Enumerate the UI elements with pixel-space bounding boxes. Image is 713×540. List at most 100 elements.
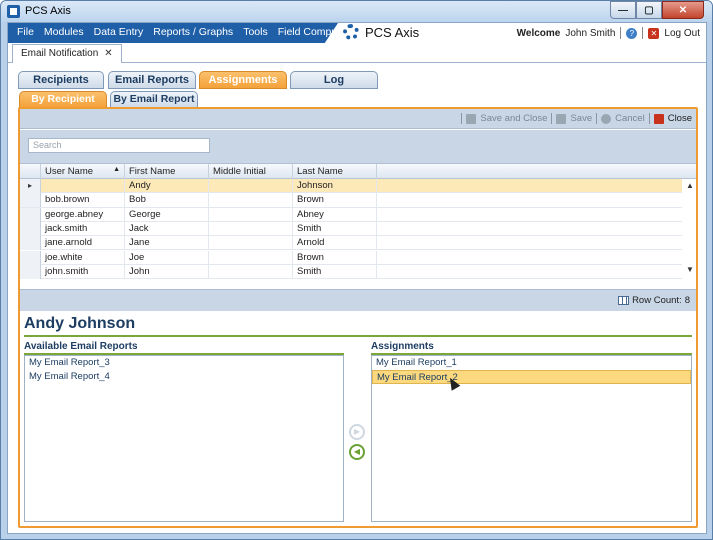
cell-last-name: Brown [293, 193, 377, 208]
cell-first-name: Joe [125, 250, 209, 265]
list-item[interactable]: My Email Report_3 [25, 356, 343, 370]
sort-asc-icon: ▲ [113, 166, 120, 173]
cell-middle-initial [209, 207, 293, 222]
cell-user-name: jane.arnold [41, 236, 125, 251]
doc-tab-label: Email Notification [21, 48, 99, 59]
tab-by-recipient[interactable]: By Recipient [19, 91, 107, 108]
menu-data-entry[interactable]: Data Entry [89, 26, 149, 38]
cell-user-name [41, 179, 125, 193]
assignments-label: Assignments [371, 341, 434, 352]
assignments-panel: Save and Close Save Cancel Close Search [18, 107, 698, 528]
table-row[interactable]: bob.brown Bob Brown [20, 193, 682, 208]
available-reports-label: Available Email Reports [24, 341, 138, 352]
menu-tools[interactable]: Tools [238, 26, 273, 38]
logout-link[interactable]: Log Out [664, 28, 700, 39]
pcs-axis-logo: PCS Axis [343, 24, 419, 40]
column-middle-initial[interactable]: Middle Initial [209, 164, 293, 179]
search-input[interactable]: Search [28, 138, 210, 153]
save-button[interactable]: Save [570, 113, 592, 124]
column-last-name[interactable]: Last Name [293, 164, 377, 179]
scroll-down-icon[interactable]: ▼ [686, 265, 694, 274]
cell-last-name: Brown [293, 250, 377, 265]
close-tab-icon[interactable]: ✕ [104, 48, 112, 60]
row-selector-icon: ▸ [20, 179, 41, 193]
recipients-grid: User Name ▲ First Name Middle Initial La… [20, 163, 696, 280]
document-tab-strip: Email Notification ✕ [8, 43, 706, 63]
close-button[interactable]: Close [668, 113, 692, 124]
row-selector [20, 221, 41, 236]
minimize-button[interactable]: — [610, 1, 636, 19]
table-row[interactable]: joe.white Joe Brown [20, 250, 682, 265]
logo-text: PCS Axis [365, 24, 420, 40]
tab-email-reports[interactable]: Email Reports [108, 71, 196, 89]
move-right-icon[interactable]: ▶ [349, 424, 365, 440]
logout-icon[interactable]: ✕ [648, 27, 660, 39]
user-area: Welcome John Smith ? ✕ Log Out [517, 27, 700, 39]
table-row[interactable]: jack.smith Jack Smith [20, 221, 682, 237]
help-icon[interactable]: ? [626, 27, 638, 39]
cell-last-name: Smith [293, 264, 377, 279]
cell-user-name: john.smith [41, 264, 125, 279]
row-selector [20, 264, 41, 279]
tab-log[interactable]: Log [290, 71, 378, 89]
cell-middle-initial [209, 221, 293, 236]
cancel-icon [601, 113, 612, 124]
cell-middle-initial [209, 193, 293, 208]
title-bar: PCS Axis — ▢ ✕ [1, 1, 712, 22]
table-row[interactable]: ▸ Andy Johnson [20, 179, 682, 194]
save-close-button[interactable]: Save and Close [480, 113, 547, 124]
cancel-button[interactable]: Cancel [615, 113, 645, 124]
cell-last-name: Johnson [293, 179, 377, 193]
row-selector [20, 207, 41, 222]
save-icon [556, 113, 567, 124]
list-item[interactable]: My Email Report_1 [372, 356, 691, 370]
cell-middle-initial [209, 236, 293, 251]
cell-first-name: Andy [125, 179, 209, 193]
window-title: PCS Axis [25, 5, 71, 17]
recipient-name: Andy Johnson [24, 315, 136, 332]
maximize-button[interactable]: ▢ [636, 1, 662, 19]
list-item[interactable]: My Email Report_4 [25, 370, 343, 384]
app-window: PCS Axis — ▢ ✕ File Modules Data Entry R… [0, 0, 713, 540]
table-row[interactable]: jane.arnold Jane Arnold [20, 236, 682, 251]
menu-file[interactable]: File [12, 26, 39, 38]
client-area: File Modules Data Entry Reports / Graphs… [7, 22, 707, 534]
cell-user-name: bob.brown [41, 193, 125, 208]
filter-area: Search [20, 130, 696, 164]
grid-scrollbar[interactable]: ▲ ▼ [684, 179, 696, 277]
cell-middle-initial [209, 264, 293, 279]
row-selector [20, 236, 41, 251]
cell-middle-initial [209, 179, 293, 193]
user-name: John Smith [565, 27, 616, 39]
row-selector [20, 193, 41, 208]
column-user-name[interactable]: User Name ▲ [41, 164, 125, 179]
menu-modules[interactable]: Modules [39, 26, 89, 38]
tab-by-email-report[interactable]: By Email Report [110, 91, 198, 108]
column-user-name-label: User Name [45, 166, 94, 177]
column-first-name[interactable]: First Name [125, 164, 209, 179]
cell-first-name: John [125, 264, 209, 279]
app-icon [7, 5, 20, 18]
cell-first-name: Jack [125, 221, 209, 236]
table-row[interactable]: john.smith John Smith [20, 264, 682, 280]
grid-icon [618, 296, 630, 305]
action-toolbar: Save and Close Save Cancel Close [20, 109, 696, 129]
cell-middle-initial [209, 250, 293, 265]
row-count-value: 8 [684, 295, 690, 306]
tab-email-notification[interactable]: Email Notification ✕ [12, 44, 122, 63]
list-item-selected[interactable]: My Email Report_2 [372, 370, 691, 384]
grid-header: User Name ▲ First Name Middle Initial La… [20, 164, 696, 179]
logo-icon [343, 24, 359, 40]
welcome-label: Welcome [516, 27, 561, 39]
menu-reports-graphs[interactable]: Reports / Graphs [148, 26, 238, 38]
tab-recipients[interactable]: Recipients [18, 71, 104, 89]
grid-footer: Row Count: 8 [20, 289, 696, 311]
close-window-button[interactable]: ✕ [662, 1, 704, 19]
move-left-icon[interactable]: ◀ [349, 444, 365, 460]
close-icon [653, 113, 664, 124]
tab-assignments[interactable]: Assignments [199, 71, 287, 89]
scroll-up-icon[interactable]: ▲ [686, 181, 694, 190]
cell-last-name: Abney [293, 207, 377, 222]
table-row[interactable]: george.abney George Abney [20, 207, 682, 222]
cell-last-name: Arnold [293, 236, 377, 251]
